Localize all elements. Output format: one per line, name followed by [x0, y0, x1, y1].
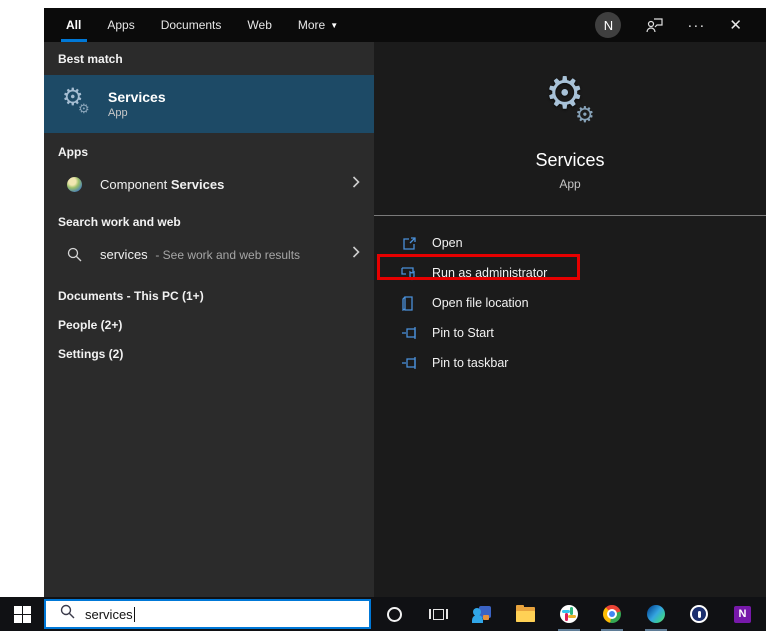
result-web-search[interactable]: services - See work and web results: [44, 237, 374, 271]
feedback-icon[interactable]: [645, 17, 664, 33]
results-panel: Best match ⚙ ⚙ Services App Apps Componen…: [44, 42, 374, 597]
text-cursor: [133, 606, 135, 622]
result-text-bold: Services: [170, 176, 225, 192]
chevron-right-icon[interactable]: [352, 175, 360, 193]
search-topbar: All Apps Documents Web More ▼ N ··· ✕: [44, 8, 766, 42]
preview-title: Services: [535, 150, 605, 170]
tab-more-label: More: [297, 18, 326, 32]
search-flyout-window: All Apps Documents Web More ▼ N ··· ✕ Be: [44, 8, 766, 597]
action-label: Open: [432, 236, 463, 250]
action-label: Pin to taskbar: [432, 356, 509, 370]
web-suffix-text: - See work and web results: [155, 247, 301, 262]
slack-icon[interactable]: [549, 597, 589, 631]
preview-panel: ⚙ ⚙ Services App Open Run as administrat…: [374, 42, 766, 597]
tab-more[interactable]: More ▼: [298, 8, 338, 42]
web-query-text: services: [100, 246, 148, 262]
action-label: Open file location: [432, 296, 529, 310]
tab-all[interactable]: All: [66, 8, 81, 42]
windows-logo-icon: [13, 605, 31, 623]
services-gear-icon-large: ⚙ ⚙: [545, 69, 595, 127]
close-icon[interactable]: ✕: [729, 16, 742, 34]
tab-documents[interactable]: Documents: [161, 8, 222, 42]
search-query-text: services: [85, 606, 133, 622]
search-icon: [64, 247, 84, 262]
action-label: Run as administrator: [432, 266, 548, 280]
divider: [374, 215, 766, 216]
cortana-icon[interactable]: [375, 597, 415, 631]
action-open-file-location[interactable]: Open file location: [374, 288, 766, 318]
user-avatar[interactable]: N: [595, 12, 622, 38]
best-match-title: Services: [108, 89, 166, 105]
best-match-subtitle: App: [108, 107, 128, 119]
action-run-as-administrator[interactable]: Run as administrator: [374, 254, 766, 288]
filter-tabs: All Apps Documents Web More ▼: [66, 8, 338, 42]
action-label: Pin to Start: [432, 326, 494, 340]
action-open[interactable]: Open: [374, 228, 766, 258]
taskbar: services N: [0, 597, 766, 631]
search-icon: [60, 604, 75, 624]
task-view-icon[interactable]: [418, 597, 458, 631]
best-match-header: Best match: [58, 52, 123, 66]
people-group-header[interactable]: People (2+): [44, 318, 374, 332]
action-list: Open Run as administrator Open file loca…: [374, 228, 766, 378]
result-text-prefix: Component: [100, 176, 168, 192]
search-web-section-header: Search work and web: [58, 215, 181, 229]
taskbar-icons: N: [371, 597, 766, 631]
best-match-result-services[interactable]: ⚙ ⚙ Services App: [44, 75, 374, 133]
admin-shield-icon: [400, 266, 418, 281]
taskbar-search-input[interactable]: services: [44, 599, 371, 629]
component-services-icon: [64, 176, 84, 192]
services-gear-icon: ⚙ ⚙: [62, 84, 90, 116]
chrome-icon[interactable]: [592, 597, 632, 631]
edge-icon[interactable]: [636, 597, 676, 631]
tab-apps[interactable]: Apps: [107, 8, 134, 42]
options-ellipsis-icon[interactable]: ···: [687, 17, 705, 34]
pin-icon: [400, 356, 418, 370]
pin-icon: [400, 326, 418, 340]
chevron-down-icon: ▼: [330, 20, 339, 30]
teams-icon[interactable]: [462, 597, 502, 631]
chevron-right-icon[interactable]: [352, 245, 360, 263]
1password-icon[interactable]: [679, 597, 719, 631]
documents-group-header[interactable]: Documents - This PC (1+): [44, 289, 374, 303]
result-component-services[interactable]: Component Services: [44, 167, 374, 201]
file-location-icon: [400, 295, 418, 311]
onenote-icon[interactable]: N: [723, 597, 763, 631]
preview-subtitle: App: [559, 177, 581, 191]
file-explorer-icon[interactable]: [505, 597, 545, 631]
apps-section-header: Apps: [58, 145, 88, 159]
open-icon: [400, 236, 418, 251]
start-button[interactable]: [0, 597, 44, 631]
action-pin-to-start[interactable]: Pin to Start: [374, 318, 766, 348]
tab-web[interactable]: Web: [247, 8, 271, 42]
settings-group-header[interactable]: Settings (2): [44, 347, 374, 361]
action-pin-to-taskbar[interactable]: Pin to taskbar: [374, 348, 766, 378]
